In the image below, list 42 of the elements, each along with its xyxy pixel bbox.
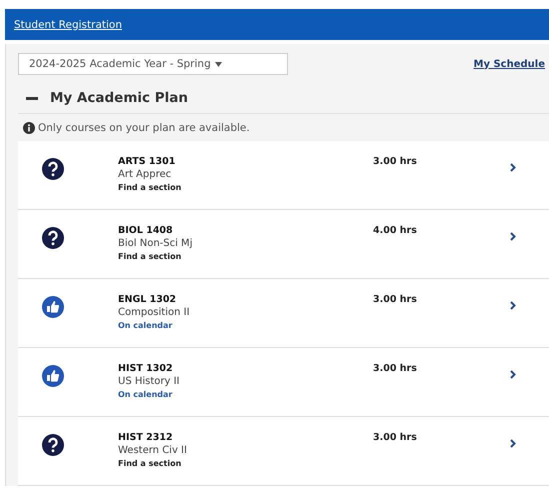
credit-hours: 4.00 hrs — [373, 225, 418, 236]
plan-title: My Academic Plan — [50, 90, 188, 106]
course-name: Art Apprec — [118, 169, 172, 180]
credit-hours: 3.00 hrs — [373, 156, 418, 167]
chevron-right-icon[interactable] — [510, 163, 516, 172]
course-code: HIST 1302 — [118, 363, 173, 374]
thumbs-up-icon — [42, 296, 64, 318]
course-code: BIOL 1408 — [118, 225, 173, 236]
notice-text: Only courses on your plan are available. — [38, 122, 250, 134]
course-action-link[interactable]: Find a section — [118, 459, 182, 468]
header-link[interactable]: Student Registration — [14, 18, 122, 30]
credit-hours: 3.00 hrs — [373, 432, 418, 443]
question-icon — [42, 434, 64, 456]
course-row[interactable]: BIOL 1408 Biol Non-Sci Mj Find a section 4.00 hrs — [18, 210, 549, 279]
course-action-link[interactable]: On calendar — [118, 321, 172, 330]
term-dropdown[interactable]: 2024-2025 Academic Year - Spring — [18, 53, 288, 75]
question-icon — [42, 158, 64, 180]
course-code: HIST 2312 — [118, 432, 173, 443]
course-row[interactable]: ENGL 1302 Composition II On calendar 3.00 hrs — [18, 279, 549, 348]
chevron-right-icon[interactable] — [510, 301, 516, 310]
course-name: Biol Non-Sci Mj — [118, 238, 192, 249]
course-row[interactable]: HIST 2312 Western Civ II Find a section 3.00 hrs — [18, 417, 549, 486]
course-name: Western Civ II — [118, 445, 187, 456]
course-action-link[interactable]: On calendar — [118, 390, 172, 399]
course-row[interactable]: HIST 1302 US History II On calendar 3.00 hrs — [18, 348, 549, 417]
course-code: ARTS 1301 — [118, 156, 176, 167]
chevron-right-icon[interactable] — [510, 370, 516, 379]
chevron-right-icon[interactable] — [510, 232, 516, 241]
course-action-link[interactable]: Find a section — [118, 252, 182, 261]
credit-hours: 3.00 hrs — [373, 363, 418, 374]
course-code: ENGL 1302 — [118, 294, 176, 305]
plan-header[interactable]: My Academic Plan — [18, 83, 549, 114]
chevron-right-icon[interactable] — [510, 439, 516, 448]
question-icon — [42, 227, 64, 249]
credit-hours: 3.00 hrs — [373, 294, 418, 305]
schedule-link[interactable]: My Schedule — [474, 58, 545, 70]
info-icon — [23, 122, 35, 134]
course-row[interactable]: ARTS 1301 Art Apprec Find a section 3.00 hrs — [18, 141, 549, 210]
course-name: US History II — [118, 376, 180, 387]
course-name: Composition II — [118, 307, 190, 318]
course-action-link[interactable]: Find a section — [118, 183, 182, 192]
thumbs-up-icon — [42, 365, 64, 387]
